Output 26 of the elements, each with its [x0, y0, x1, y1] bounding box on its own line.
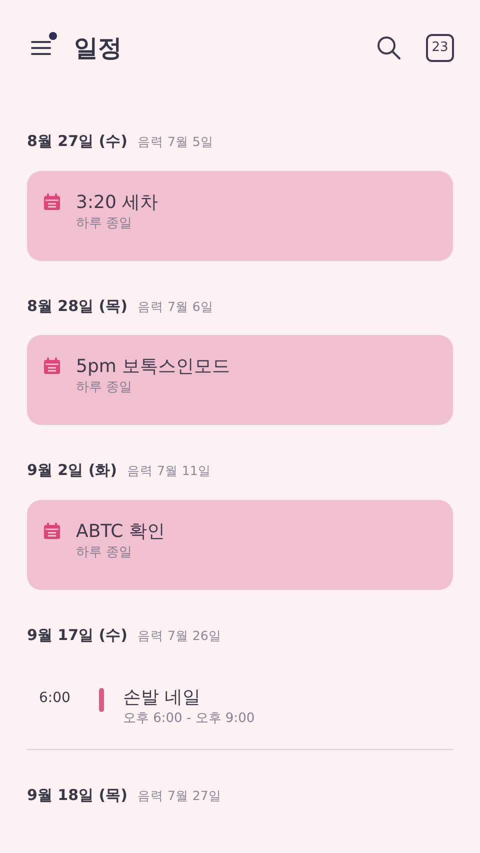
- date-heading: 9월 17일 (수): [27, 624, 128, 646]
- event-title: ABTC 확인: [76, 520, 165, 544]
- date-heading: 8월 28일 (목): [27, 296, 128, 316]
- event-row[interactable]: 6:00 손발 네일 오후 6:00 - 오후 9:00: [27, 664, 453, 736]
- search-button[interactable]: [376, 35, 402, 61]
- event-card[interactable]: ABTC 확인 하루 종일: [27, 500, 453, 590]
- event-start-time: 6:00: [39, 689, 72, 708]
- event-time: 하루 종일: [76, 544, 134, 562]
- event-card[interactable]: 3:20 세차 하루 종일: [27, 170, 453, 260]
- lunar-date: 음력 7월 27일: [137, 787, 222, 805]
- event-time: 하루 종일: [76, 379, 134, 397]
- lunar-date: 음력 7월 6일: [137, 298, 214, 316]
- lunar-date: 음력 7월 26일: [137, 626, 222, 644]
- lunar-date: 음력 7월 11일: [127, 462, 211, 480]
- event-title: 손발 네일: [123, 686, 202, 710]
- event-time: 오후 6:00 - 오후 9:00: [123, 710, 255, 728]
- app-title: 일정: [74, 33, 122, 64]
- date-heading: 9월 2일 (화): [27, 460, 118, 481]
- event-title: 5pm 보톡스인모드: [76, 355, 230, 379]
- today-button[interactable]: 23: [426, 34, 454, 62]
- date-heading: 8월 27일 (수): [27, 131, 128, 152]
- lunar-date: 음력 7월 5일: [137, 133, 214, 151]
- date-heading: 9월 18일 (목): [27, 785, 128, 806]
- event-card[interactable]: 5pm 보톡스인모드 하루 종일: [27, 335, 453, 425]
- event-time: 하루 종일: [76, 214, 134, 232]
- event-title: 3:20 세차: [76, 190, 158, 214]
